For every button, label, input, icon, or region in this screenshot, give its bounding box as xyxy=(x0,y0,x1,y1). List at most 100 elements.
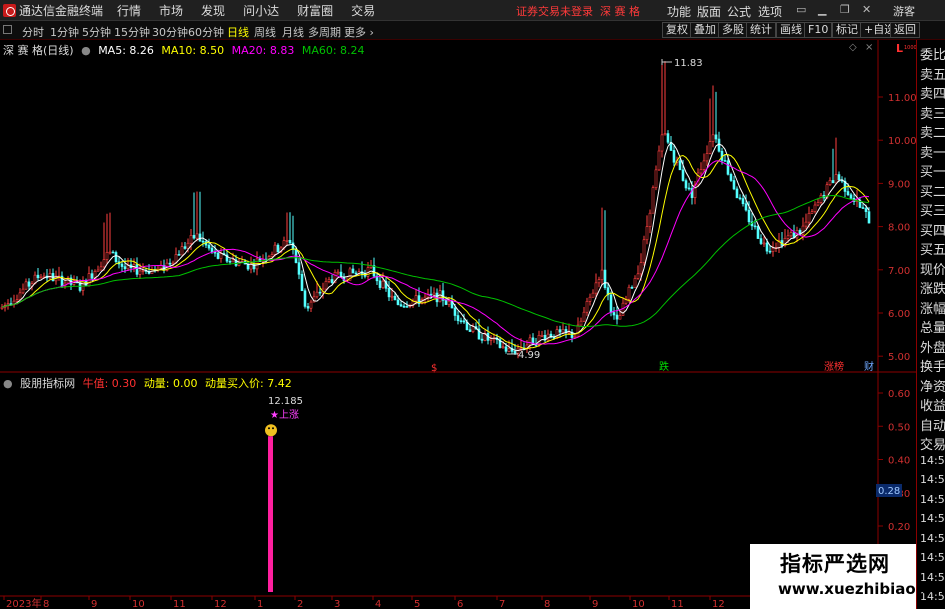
date-tick-label: 5 xyxy=(414,599,420,609)
side-panel-item[interactable]: 14:56 xyxy=(920,532,945,545)
date-tick-label: 11 xyxy=(173,599,186,609)
period-15min[interactable]: 15分钟 xyxy=(114,24,150,40)
side-panel-item[interactable]: 买三 xyxy=(920,200,945,219)
side-panel-item[interactable]: 卖一 xyxy=(920,142,945,161)
side-panel-item[interactable]: 收益 xyxy=(920,395,945,414)
side-panel-item[interactable]: 总量 xyxy=(920,317,945,336)
smiley-eye xyxy=(272,427,274,430)
panel-toggle-icon[interactable] xyxy=(3,25,12,34)
side-panel-item[interactable]: 外盘 xyxy=(920,337,945,356)
candle-body xyxy=(687,187,691,190)
candle-body xyxy=(459,320,463,322)
adjust-button[interactable]: 复权 xyxy=(662,22,692,38)
chart-area[interactable]: 11.00 10.00 9.00 8.00 7.00 6.00 5.00 0.60 0.50 0… xyxy=(0,40,916,609)
period-more[interactable]: 更多 › xyxy=(344,24,374,40)
smiley-icon xyxy=(265,424,277,437)
dollar-marker[interactable]: $ xyxy=(431,363,437,374)
side-panel-item[interactable]: 14:56 xyxy=(920,512,945,525)
date-tick-label: 6 xyxy=(457,599,463,609)
candle-body xyxy=(585,301,589,313)
candle-body xyxy=(285,239,289,242)
menu-options[interactable]: 选项 xyxy=(758,3,782,20)
rise-list-marker[interactable]: 涨榜 xyxy=(824,360,844,373)
close-icon[interactable]: ✕ xyxy=(862,3,871,16)
side-panel-item[interactable]: 14:56 xyxy=(920,493,945,506)
menu-layout[interactable]: 版面 xyxy=(697,3,721,20)
candle-body xyxy=(156,267,160,270)
side-panel-item[interactable]: 14:56 xyxy=(920,473,945,486)
candle-body xyxy=(171,262,175,265)
candle-body xyxy=(597,279,601,284)
candle-body xyxy=(42,275,46,278)
side-panel-item[interactable]: 买二 xyxy=(920,181,945,200)
multi-stock-button[interactable]: 多股 xyxy=(718,22,748,38)
fall-marker[interactable]: 跌 xyxy=(659,360,669,373)
side-panel-item[interactable]: 卖四 xyxy=(920,83,945,102)
side-panel-item[interactable]: 卖三 xyxy=(920,103,945,122)
candle-body xyxy=(654,169,658,189)
trade-login-warning[interactable]: 证券交易未登录 深 赛 格 xyxy=(516,3,640,19)
indicator-axis: 0.600.500.400.300.20 xyxy=(878,389,910,533)
side-panel-item[interactable]: 买一 xyxy=(920,161,945,180)
side-panel-item[interactable]: 卖二 xyxy=(920,122,945,141)
side-panel-item[interactable]: 现价 xyxy=(920,259,945,278)
ma-line xyxy=(1,141,870,352)
candle-body xyxy=(105,252,109,260)
candle-body xyxy=(768,250,772,253)
side-panel-item[interactable]: 卖五 xyxy=(920,64,945,83)
menu-function[interactable]: 功能 xyxy=(667,3,691,20)
minimize-icon[interactable]: ▁ xyxy=(818,3,826,16)
guest-user[interactable]: 游客 xyxy=(893,3,915,19)
period-multi[interactable]: 多周期 xyxy=(308,24,341,40)
price-tick-label: 8.00 xyxy=(888,223,910,234)
side-panel-item[interactable]: 买五 xyxy=(920,239,945,258)
restore-icon[interactable]: ❐ xyxy=(840,3,850,16)
period-1min[interactable]: 1分钟 xyxy=(50,24,79,40)
window-menu-icon[interactable]: ▭ xyxy=(796,3,806,16)
finance-marker[interactable]: 财 xyxy=(864,360,874,373)
indicator-tick-label: 0.60 xyxy=(888,389,910,400)
menu-formula[interactable]: 公式 xyxy=(727,3,751,20)
side-panel-item[interactable]: 交易 xyxy=(920,434,945,453)
menu-ask[interactable]: 问小达 xyxy=(243,2,279,19)
side-panel-item[interactable]: 自动 xyxy=(920,415,945,434)
side-panel-item[interactable]: 换手 xyxy=(920,356,945,375)
overlay-button[interactable]: 叠加 xyxy=(690,22,720,38)
candle-body xyxy=(456,315,460,321)
back-button[interactable]: 返回 xyxy=(890,22,920,38)
candle-body xyxy=(684,180,688,189)
side-panel-item[interactable]: 委比 xyxy=(920,44,945,63)
side-panel-item[interactable]: 涨幅 xyxy=(920,298,945,317)
price-tick-label: 7.00 xyxy=(888,266,910,277)
side-panel-item[interactable]: 买四 xyxy=(920,220,945,239)
candle-body xyxy=(657,150,661,171)
candle-body xyxy=(567,331,571,334)
side-panel-item[interactable]: 14:56 xyxy=(920,454,945,467)
mark-button[interactable]: 标记 xyxy=(832,22,862,38)
candle-body xyxy=(480,338,484,341)
menu-discover[interactable]: 发现 xyxy=(201,2,225,19)
side-panel-item[interactable]: 净资 xyxy=(920,376,945,395)
draw-line-button[interactable]: 画线 xyxy=(776,22,806,38)
period-weekly[interactable]: 周线 xyxy=(254,24,276,40)
menu-trade[interactable]: 交易 xyxy=(351,2,375,19)
moving-average-lines xyxy=(1,141,870,352)
period-daily[interactable]: 日线 xyxy=(227,24,249,40)
period-60min[interactable]: 60分钟 xyxy=(188,24,224,40)
candle-body xyxy=(414,295,418,302)
candle-body xyxy=(828,180,832,186)
signal-value-label: 12.185 xyxy=(268,396,303,407)
side-panel-item[interactable]: 14:56 xyxy=(920,551,945,564)
period-monthly[interactable]: 月线 xyxy=(282,24,304,40)
candle-body xyxy=(123,266,127,270)
period-5min[interactable]: 5分钟 xyxy=(82,24,111,40)
menu-market[interactable]: 市场 xyxy=(159,2,183,19)
menu-wealth-circle[interactable]: 财富圈 xyxy=(297,2,333,19)
side-panel-item[interactable]: 涨跌 xyxy=(920,278,945,297)
period-intraday[interactable]: 分时 xyxy=(22,24,44,40)
candle-body xyxy=(489,338,493,341)
menu-quotes[interactable]: 行情 xyxy=(117,2,141,19)
period-30min[interactable]: 30分钟 xyxy=(152,24,188,40)
statistics-button[interactable]: 统计 xyxy=(746,22,776,38)
f10-button[interactable]: F10 xyxy=(804,22,833,38)
